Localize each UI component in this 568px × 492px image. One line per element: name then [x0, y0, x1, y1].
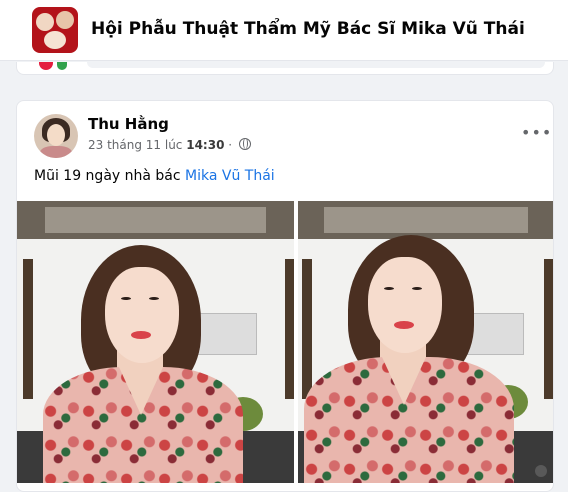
- post-time[interactable]: 14:30: [186, 138, 224, 152]
- post-text-body: Mũi 19 ngày nhà bác: [34, 168, 181, 184]
- meta-separator: ·: [228, 138, 233, 152]
- post-photo-right[interactable]: [298, 201, 553, 483]
- group-avatar[interactable]: [32, 7, 78, 53]
- post-card: Thu Hằng 23 tháng 11 lúc 14:30 · ••• Mũi…: [16, 100, 554, 492]
- post-text: Mũi 19 ngày nhà bác Mika Vũ Thái: [34, 168, 275, 184]
- post-date[interactable]: 23 tháng 11 lúc: [88, 138, 182, 152]
- post-meta: 23 tháng 11 lúc 14:30 ·: [88, 138, 251, 152]
- author-name[interactable]: Thu Hằng: [88, 115, 169, 133]
- previous-post-card: [16, 62, 554, 75]
- reaction-icons: [39, 62, 79, 72]
- more-options-button[interactable]: •••: [521, 123, 551, 143]
- group-header: Hội Phẫu Thuật Thẩm Mỹ Bác Sĩ Mika Vũ Th…: [0, 0, 568, 61]
- media-corner-icon: [535, 465, 547, 477]
- globe-icon: [238, 138, 251, 150]
- mention-link[interactable]: Mika Vũ Thái: [185, 168, 275, 184]
- author-avatar[interactable]: [34, 114, 78, 158]
- post-photo-left[interactable]: [17, 201, 294, 483]
- group-name[interactable]: Hội Phẫu Thuật Thẩm Mỹ Bác Sĩ Mika Vũ Th…: [91, 19, 525, 39]
- comment-box-edge[interactable]: [87, 62, 545, 68]
